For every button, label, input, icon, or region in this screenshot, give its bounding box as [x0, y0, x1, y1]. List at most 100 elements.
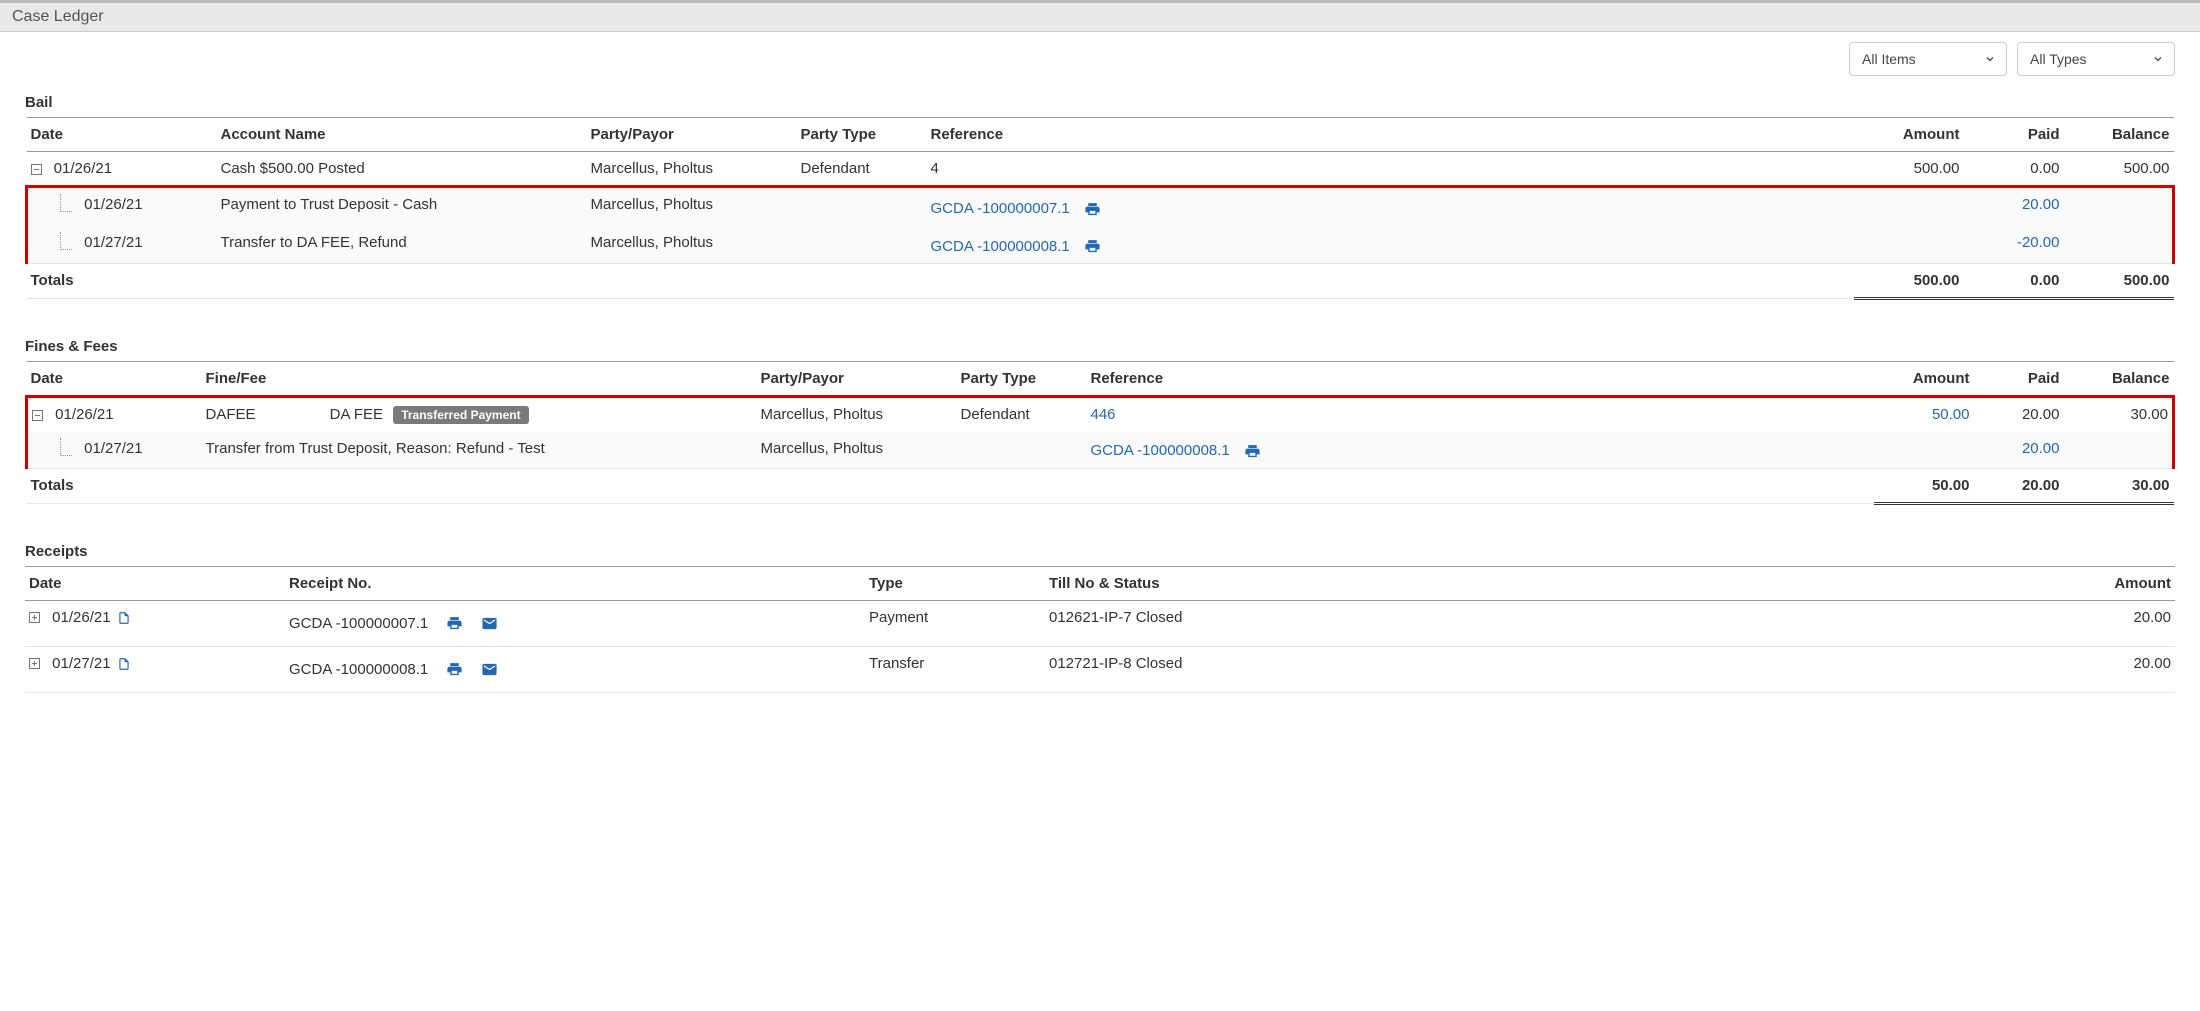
content-area: All Items All Types Bail Date Account Na… — [0, 32, 2200, 713]
cell-date: 01/26/21 — [52, 609, 110, 626]
col-date: Date — [27, 118, 217, 152]
cell-date: 01/26/21 — [55, 406, 113, 423]
col-balance: Balance — [2064, 118, 2174, 152]
document-icon[interactable] — [117, 611, 131, 625]
cell-account: Cash $500.00 Posted — [217, 152, 587, 187]
reference-link[interactable]: GCDA -100000008.1 — [1091, 442, 1230, 459]
cell-fee-desc: DA FEE — [330, 406, 383, 423]
tree-branch-icon — [60, 438, 72, 456]
cell-till: 012721-IP-8 Closed — [1045, 646, 2065, 692]
bail-totals-row: Totals 500.00 0.00 500.00 — [27, 264, 2174, 299]
transferred-payment-badge: Transferred Payment — [393, 406, 528, 424]
cell-date: 01/26/21 — [54, 160, 112, 177]
receipts-row[interactable]: 01/27/21 GCDA -100000008.1 — [25, 646, 2175, 692]
chevron-down-icon — [2152, 53, 2164, 65]
col-balance: Balance — [2064, 362, 2174, 397]
col-receipt-no: Receipt No. — [285, 566, 865, 600]
col-account: Account Name — [217, 118, 587, 152]
col-party: Party/Payor — [757, 362, 957, 397]
col-amount: Amount — [1854, 118, 1964, 152]
cell-amount — [1854, 187, 1964, 226]
col-type: Type — [865, 566, 1045, 600]
panel-title: Case Ledger — [12, 8, 104, 25]
expand-icon[interactable] — [29, 658, 40, 669]
paid-link[interactable]: 20.00 — [2022, 440, 2060, 457]
amount-link[interactable]: 50.00 — [1932, 406, 1970, 423]
cell-party-type: Defendant — [797, 152, 927, 187]
col-date: Date — [27, 362, 202, 397]
cell-paid: 0.00 — [1964, 152, 2064, 187]
bail-header-row: Date Account Name Party/Payor Party Type… — [27, 118, 2174, 152]
paid-link[interactable]: 20.00 — [2022, 196, 2060, 213]
col-date: Date — [25, 566, 285, 600]
tree-branch-icon — [60, 232, 72, 250]
totals-balance: 500.00 — [2064, 264, 2174, 299]
fines-totals-row: Totals 50.00 20.00 30.00 — [27, 468, 2174, 503]
cell-date: 01/27/21 — [52, 655, 110, 672]
collapse-icon[interactable] — [32, 410, 43, 421]
col-paid: Paid — [1974, 362, 2064, 397]
cell-receipt-no: GCDA -100000007.1 — [289, 615, 428, 632]
cell-party-type — [797, 187, 927, 226]
col-reference: Reference — [927, 118, 1854, 152]
totals-paid: 20.00 — [1974, 468, 2064, 503]
fines-section-title: Fines & Fees — [25, 338, 2175, 355]
cell-type: Payment — [865, 600, 1045, 646]
cell-party: Marcellus, Pholtus — [757, 397, 957, 433]
print-icon[interactable] — [446, 661, 463, 678]
bail-sub-row[interactable]: 01/26/21 Payment to Trust Deposit - Cash… — [27, 187, 2174, 226]
cell-balance — [2064, 226, 2174, 264]
cell-amount: 20.00 — [2065, 600, 2175, 646]
cell-party-type: Defendant — [957, 397, 1087, 433]
fines-row[interactable]: 01/26/21 DAFEE DA FEE Transferred Paymen… — [27, 397, 2174, 433]
filter-items-label: All Items — [1862, 51, 1916, 67]
cell-party: Marcellus, Pholtus — [757, 432, 957, 468]
totals-amount: 500.00 — [1854, 264, 1964, 299]
document-icon[interactable] — [117, 657, 131, 671]
mail-icon[interactable] — [481, 615, 498, 632]
filter-types-label: All Types — [2030, 51, 2087, 67]
cell-balance — [2064, 432, 2174, 468]
col-till: Till No & Status — [1045, 566, 2065, 600]
fines-sub-row[interactable]: 01/27/21 Transfer from Trust Deposit, Re… — [27, 432, 2174, 468]
collapse-icon[interactable] — [31, 164, 42, 175]
cell-paid: 20.00 — [1974, 397, 2064, 433]
cell-amount: 500.00 — [1854, 152, 1964, 187]
filter-items-select[interactable]: All Items — [1849, 42, 2007, 76]
col-amount: Amount — [2065, 566, 2175, 600]
totals-label: Totals — [27, 468, 202, 503]
print-icon[interactable] — [446, 615, 463, 632]
cell-date: 01/27/21 — [84, 234, 142, 251]
col-party-type: Party Type — [797, 118, 927, 152]
totals-balance: 30.00 — [2064, 468, 2174, 503]
filter-types-select[interactable]: All Types — [2017, 42, 2175, 76]
reference-link[interactable]: 446 — [1091, 406, 1116, 423]
print-icon[interactable] — [1244, 443, 1261, 460]
col-finefee: Fine/Fee — [202, 362, 757, 397]
totals-paid: 0.00 — [1964, 264, 2064, 299]
cell-till: 012621-IP-7 Closed — [1045, 600, 2065, 646]
receipts-row[interactable]: 01/26/21 GCDA -100000007.1 — [25, 600, 2175, 646]
col-reference: Reference — [1087, 362, 1874, 397]
reference-link[interactable]: GCDA -100000008.1 — [931, 238, 1070, 255]
panel-header: Case Ledger — [0, 0, 2200, 32]
col-party-type: Party Type — [957, 362, 1087, 397]
cell-receipt-no: GCDA -100000008.1 — [289, 661, 428, 678]
cell-desc: Transfer from Trust Deposit, Reason: Ref… — [202, 432, 757, 468]
expand-icon[interactable] — [29, 612, 40, 623]
bail-sub-row[interactable]: 01/27/21 Transfer to DA FEE, Refund Marc… — [27, 226, 2174, 264]
cell-amount — [1874, 432, 1974, 468]
cell-balance — [2064, 187, 2174, 226]
cell-amount: 20.00 — [2065, 646, 2175, 692]
cell-account: Payment to Trust Deposit - Cash — [217, 187, 587, 226]
bail-row[interactable]: 01/26/21 Cash $500.00 Posted Marcellus, … — [27, 152, 2174, 187]
print-icon[interactable] — [1084, 201, 1101, 218]
reference-link[interactable]: GCDA -100000007.1 — [931, 200, 1070, 217]
mail-icon[interactable] — [481, 661, 498, 678]
col-paid: Paid — [1964, 118, 2064, 152]
cell-type: Transfer — [865, 646, 1045, 692]
print-icon[interactable] — [1084, 238, 1101, 255]
chevron-down-icon — [1984, 53, 1996, 65]
cell-reference: 4 — [927, 152, 1854, 187]
paid-link[interactable]: -20.00 — [2017, 234, 2060, 251]
